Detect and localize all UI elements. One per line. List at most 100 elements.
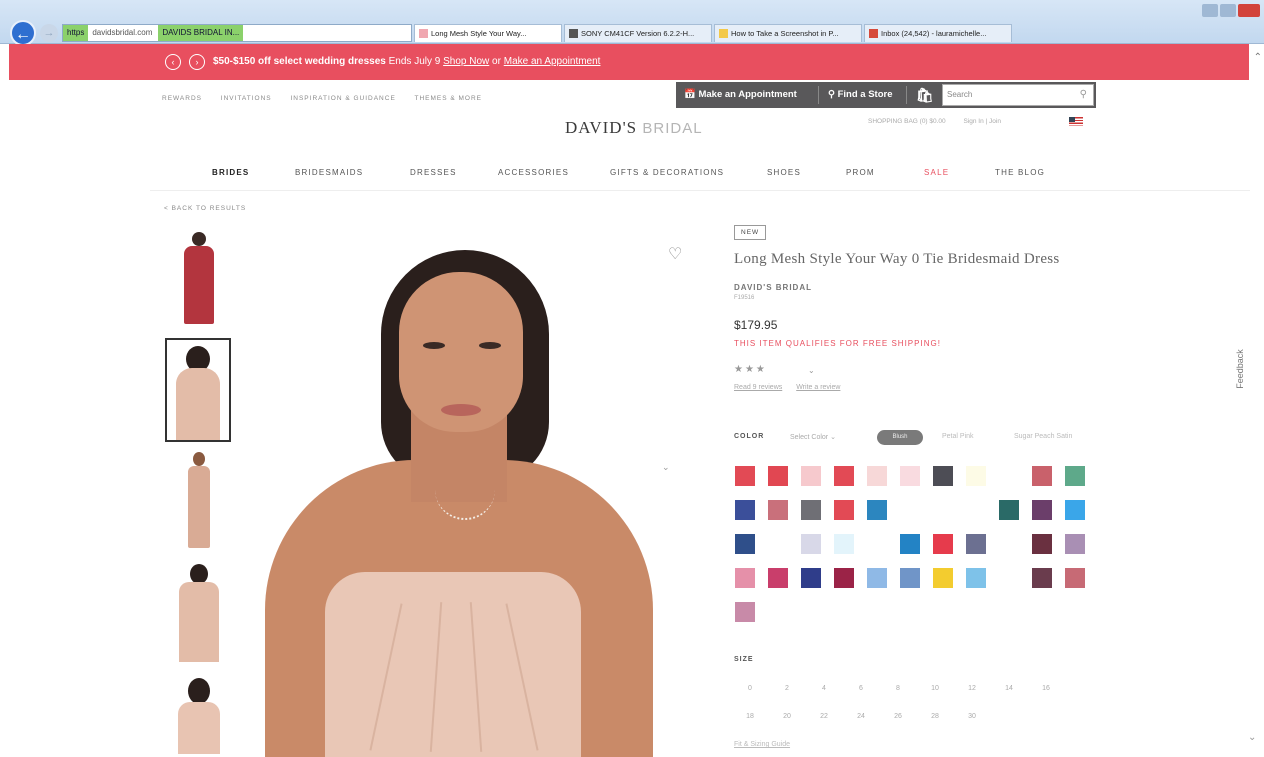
color-swatch[interactable] xyxy=(834,500,854,520)
nav-item-shoes[interactable]: SHOES xyxy=(767,168,801,177)
color-swatch[interactable] xyxy=(1032,500,1052,520)
util-link-inspiration[interactable]: INSPIRATION & GUIDANCE xyxy=(290,95,395,102)
nav-item-bridesmaids[interactable]: BRIDESMAIDS xyxy=(295,168,363,177)
scroll-up-icon[interactable]: ⌃ xyxy=(1254,52,1262,63)
color-swatch[interactable] xyxy=(900,568,920,588)
thumbnail-4[interactable] xyxy=(166,562,232,662)
chevron-left-icon[interactable]: ‹ xyxy=(165,54,181,70)
size-option[interactable]: 16 xyxy=(1036,683,1056,695)
back-arrow-icon[interactable]: ← xyxy=(10,20,36,46)
nav-item-sale[interactable]: SALE xyxy=(924,168,949,177)
color-swatch[interactable] xyxy=(933,568,953,588)
util-link-rewards[interactable]: REWARDS xyxy=(162,95,202,102)
util-link-themes[interactable]: THEMES & MORE xyxy=(414,95,482,102)
color-swatch[interactable] xyxy=(999,466,1019,486)
shopping-bag-link[interactable]: SHOPPING BAG (0) $0.00 xyxy=(868,118,946,125)
color-swatch[interactable] xyxy=(1065,466,1085,486)
color-swatch[interactable] xyxy=(768,466,788,486)
color-swatch[interactable] xyxy=(966,500,986,520)
browser-tab-3[interactable]: How to Take a Screenshot in P... xyxy=(714,24,862,42)
size-option[interactable]: 28 xyxy=(925,711,945,723)
color-dropdown[interactable]: Select Color ⌄ xyxy=(790,433,836,441)
size-option[interactable]: 6 xyxy=(851,683,871,695)
color-swatch[interactable] xyxy=(900,534,920,554)
color-swatch[interactable] xyxy=(867,466,887,486)
color-swatch[interactable] xyxy=(1032,568,1052,588)
color-swatch[interactable] xyxy=(1065,568,1085,588)
maximize-icon[interactable] xyxy=(1220,4,1236,17)
color-filter-option[interactable]: Sugar Peach Satin xyxy=(1014,433,1072,440)
thumbnail-3[interactable] xyxy=(166,450,232,550)
search-input[interactable]: Search ⚲ xyxy=(942,84,1094,106)
color-swatch[interactable] xyxy=(801,466,821,486)
read-reviews-link[interactable]: Read 9 reviews xyxy=(734,384,782,391)
search-icon[interactable]: ⚲ xyxy=(1080,85,1087,105)
thumbnail-5[interactable] xyxy=(166,674,232,754)
color-swatch[interactable] xyxy=(999,534,1019,554)
size-option[interactable]: 4 xyxy=(814,683,834,695)
shopping-bag-icon[interactable]: 🛍 xyxy=(916,82,934,108)
browser-tab-2[interactable]: SONY CM41CF Version 6.2.2-H... xyxy=(564,24,712,42)
color-swatch[interactable] xyxy=(735,534,755,554)
color-swatch[interactable] xyxy=(801,568,821,588)
size-option[interactable]: 14 xyxy=(999,683,1019,695)
size-option[interactable]: 8 xyxy=(888,683,908,695)
color-swatch[interactable] xyxy=(867,568,887,588)
nav-item-gifts[interactable]: GIFTS & DECORATIONS xyxy=(610,168,724,177)
make-appointment-button[interactable]: 📅 Make an Appointment xyxy=(684,82,797,108)
color-swatch[interactable] xyxy=(867,500,887,520)
size-option[interactable]: 26 xyxy=(888,711,908,723)
fit-guide-link[interactable]: Fit & Sizing Guide xyxy=(734,741,790,748)
color-swatch[interactable] xyxy=(1065,534,1085,554)
color-swatch[interactable] xyxy=(933,500,953,520)
product-main-image[interactable] xyxy=(255,232,695,757)
color-filter-option[interactable]: Petal Pink xyxy=(942,433,974,440)
size-option[interactable]: 20 xyxy=(777,711,797,723)
back-to-results-link[interactable]: < BACK TO RESULTS xyxy=(164,205,246,212)
color-swatch[interactable] xyxy=(966,466,986,486)
minimize-icon[interactable] xyxy=(1202,4,1218,17)
us-flag-icon[interactable] xyxy=(1069,117,1083,126)
thumbnail-1[interactable] xyxy=(166,228,232,328)
size-option[interactable]: 30 xyxy=(962,711,982,723)
color-swatch[interactable] xyxy=(1065,500,1085,520)
nav-item-blog[interactable]: THE BLOG xyxy=(995,168,1045,177)
color-swatch[interactable] xyxy=(801,500,821,520)
site-logo[interactable]: DAVID'S BRIDAL xyxy=(565,118,703,138)
size-option[interactable]: 24 xyxy=(851,711,871,723)
find-store-button[interactable]: ⚲ Find a Store xyxy=(828,82,893,108)
product-brand[interactable]: DAVID'S BRIDAL xyxy=(734,283,812,292)
sign-in-link[interactable]: Sign In | Join xyxy=(963,118,1000,125)
address-bar[interactable]: https davidsbridal.com DAVIDS BRIDAL IN... xyxy=(62,24,412,42)
color-swatch[interactable] xyxy=(768,534,788,554)
shop-now-link[interactable]: Shop Now xyxy=(443,56,489,67)
forward-arrow-icon[interactable]: → xyxy=(40,24,58,42)
color-swatch[interactable] xyxy=(999,568,1019,588)
util-link-invitations[interactable]: INVITATIONS xyxy=(221,95,272,102)
color-swatch[interactable] xyxy=(1032,534,1052,554)
size-option[interactable]: 12 xyxy=(962,683,982,695)
color-swatch[interactable] xyxy=(735,500,755,520)
color-swatch[interactable] xyxy=(1032,466,1052,486)
write-review-link[interactable]: Write a review xyxy=(796,384,840,391)
rating-stars[interactable]: ★★★ xyxy=(734,364,767,375)
browser-tab-1[interactable]: Long Mesh Style Your Way... xyxy=(414,24,562,42)
color-swatch[interactable] xyxy=(999,500,1019,520)
color-swatch[interactable] xyxy=(900,466,920,486)
thumbnail-2-selected[interactable] xyxy=(165,338,231,442)
color-swatch[interactable] xyxy=(933,466,953,486)
color-swatch[interactable] xyxy=(834,568,854,588)
color-swatch[interactable] xyxy=(966,534,986,554)
close-icon[interactable] xyxy=(1238,4,1260,17)
color-swatch[interactable] xyxy=(834,534,854,554)
heart-icon[interactable]: ♡ xyxy=(668,244,682,264)
nav-item-accessories[interactable]: ACCESSORIES xyxy=(498,168,569,177)
color-swatch[interactable] xyxy=(768,568,788,588)
chevron-right-icon[interactable]: › xyxy=(189,54,205,70)
color-swatch[interactable] xyxy=(867,534,887,554)
scroll-down-icon[interactable]: ⌄ xyxy=(1248,732,1256,743)
size-option[interactable]: 0 xyxy=(740,683,760,695)
color-swatch[interactable] xyxy=(735,602,755,622)
color-swatch[interactable] xyxy=(735,568,755,588)
color-swatch[interactable] xyxy=(900,500,920,520)
